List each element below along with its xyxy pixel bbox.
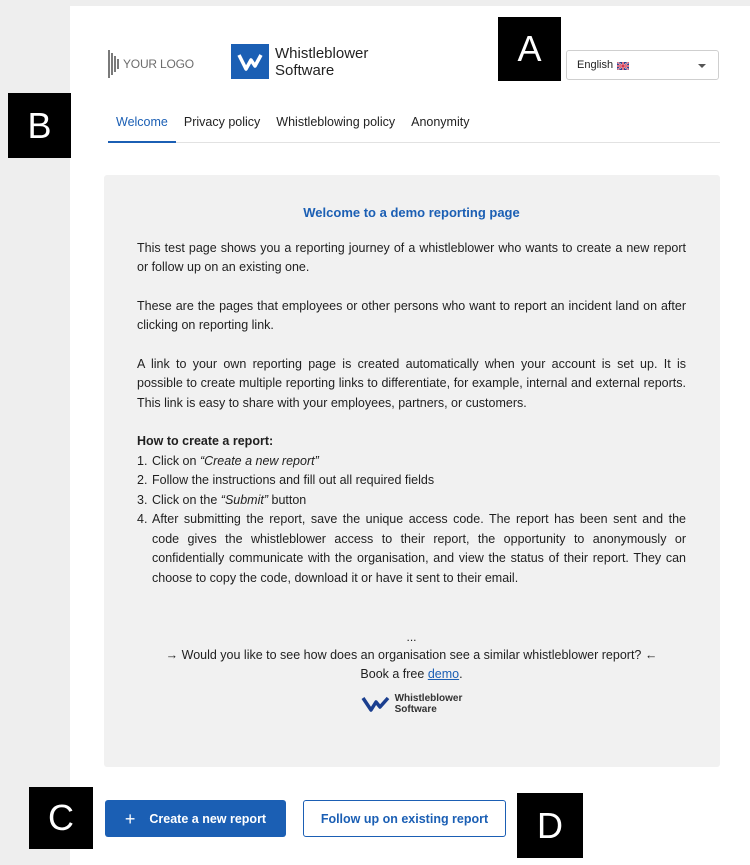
- mini-brand-line-2: Software: [394, 704, 437, 715]
- annotation-marker-c: C: [29, 787, 93, 849]
- uk-flag-icon: [616, 61, 630, 71]
- create-report-label: Create a new report: [149, 811, 267, 826]
- footer-brand-logo: Whistleblower Software: [137, 693, 686, 715]
- tab-privacy-policy[interactable]: Privacy policy: [176, 102, 268, 143]
- logo-bars-icon: [108, 50, 119, 78]
- whistleblower-logo-icon: [231, 44, 269, 79]
- tab-anonymity[interactable]: Anonymity: [403, 102, 477, 143]
- mini-brand-line-1: Whistleblower: [394, 693, 463, 704]
- intro-paragraph: This test page shows you a reporting jou…: [137, 240, 686, 275]
- howto-title: How to create a report:: [137, 434, 274, 448]
- tab-welcome[interactable]: Welcome: [108, 102, 176, 143]
- brand-line-1: Whistleblower: [275, 44, 369, 62]
- company-logo: YOUR LOGO: [108, 48, 194, 80]
- reporting-link-paragraph: A link to your own reporting page is cre…: [137, 356, 686, 410]
- chevron-down-icon: [698, 64, 706, 68]
- reporting-card: YOUR LOGO Whistleblower Software English: [70, 6, 750, 865]
- step-item: 3. Click on the “Submit” button: [137, 492, 307, 507]
- tab-bar: Welcome Privacy policy Whistleblowing po…: [108, 102, 720, 143]
- demo-link[interactable]: demo: [428, 667, 459, 681]
- follow-up-label: Follow up on existing report: [320, 811, 489, 826]
- step-item: 4. After submitting the report, save the…: [137, 512, 686, 585]
- language-select[interactable]: English: [566, 50, 719, 80]
- step-item: 2. Follow the instructions and fill out …: [137, 473, 435, 487]
- demo-offer: Book a free demo.: [360, 667, 463, 681]
- brand-name: Whistleblower Software: [275, 45, 368, 79]
- follow-up-button[interactable]: Follow up on existing report: [303, 800, 506, 837]
- annotation-marker-b: B: [8, 93, 71, 158]
- logo-text: YOUR LOGO: [123, 57, 194, 71]
- create-report-button[interactable]: + Create a new report: [105, 800, 286, 837]
- howto-steps: 1. Click on “Create a new report” 2. Fol…: [137, 452, 686, 589]
- ellipsis: ...: [406, 630, 417, 644]
- brand-line-2: Software: [275, 61, 335, 79]
- whistleblower-logo-icon: [361, 696, 389, 712]
- annotation-marker-d: D: [517, 793, 583, 858]
- demo-question: → Would you like to see how does an orga…: [165, 648, 658, 662]
- welcome-content: Welcome to a demo reporting page This te…: [104, 175, 720, 767]
- annotation-marker-a: A: [498, 17, 561, 81]
- audience-paragraph: These are the pages that employees or ot…: [137, 298, 686, 333]
- tab-whistleblowing-policy[interactable]: Whistleblowing policy: [268, 102, 403, 143]
- language-value: English: [577, 59, 614, 71]
- step-item: 1. Click on “Create a new report”: [137, 453, 319, 468]
- brand-logo: Whistleblower Software: [231, 44, 368, 79]
- plus-icon: +: [124, 808, 136, 829]
- content-title: Welcome to a demo reporting page: [303, 205, 520, 220]
